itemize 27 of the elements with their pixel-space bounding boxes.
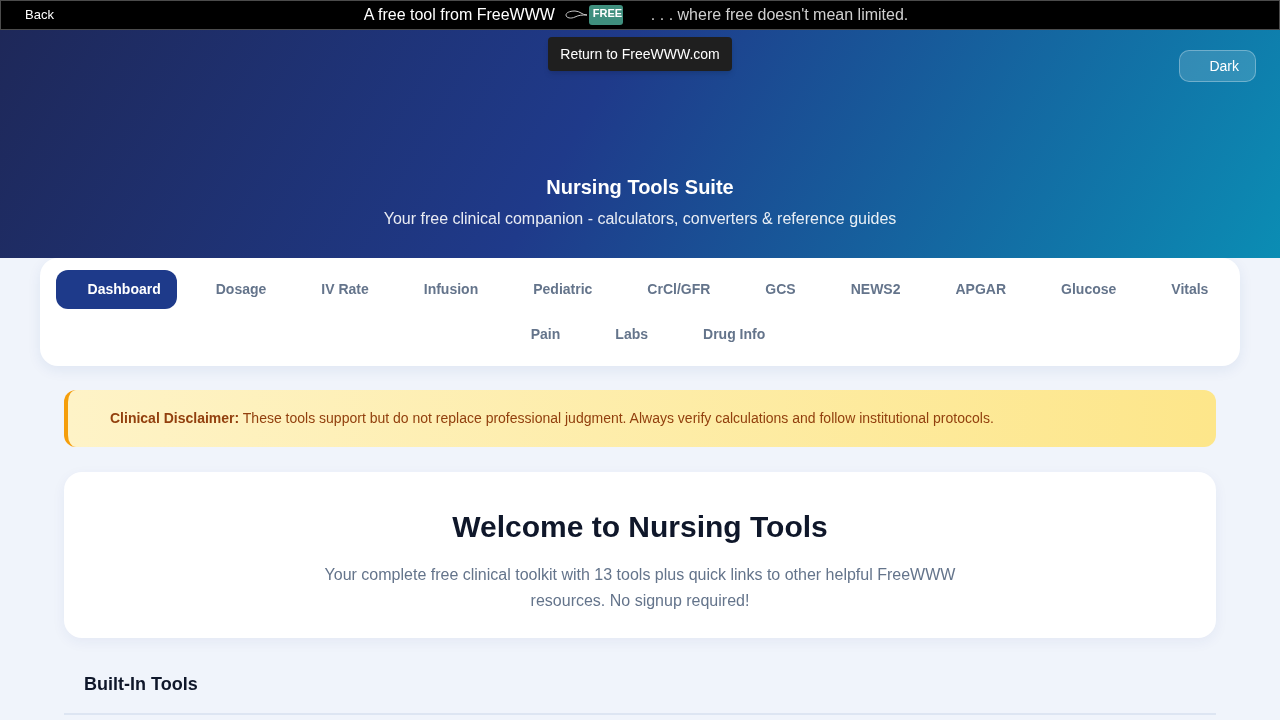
page-subtitle: Your free clinical companion - calculators, converters & reference guides xyxy=(383,209,897,229)
welcome-text: Your complete free clinical toolkit with 13 tools plus quick links to other helpful FreeWWW resources. No signup required! xyxy=(323,565,957,611)
theme-toggle-button[interactable]: Dark xyxy=(1179,50,1256,82)
nav-tab[interactable]: Infusion xyxy=(391,270,495,309)
nav-tab[interactable]: NEWS2 xyxy=(818,270,917,309)
nav-tab[interactable]: Dashboard xyxy=(55,270,177,309)
welcome-title: Welcome to Nursing Tools xyxy=(452,509,828,545)
free-tag-logo[interactable]: FREE xyxy=(588,5,623,25)
nav-tab[interactable]: IV Rate xyxy=(289,270,385,309)
nav-tab[interactable]: Vitals xyxy=(1139,270,1225,309)
disclaimer-text: Clinical Disclaimer: These tools support but do not replace professional judgment. Always verify calculations and follow institutional protocols. xyxy=(110,409,994,428)
tooltip: Return to FreeWWW.com xyxy=(548,37,732,71)
nav-tab[interactable]: Dosage xyxy=(183,270,283,309)
section-heading: Built-In Tools xyxy=(84,673,199,696)
nav-tab[interactable]: Pediatric xyxy=(501,270,609,309)
tagline-text: A free tool from FreeWWW xyxy=(363,5,555,25)
nav-tab[interactable]: Glucose xyxy=(1029,270,1133,309)
nav-tab[interactable]: CrCl/GFR xyxy=(615,270,727,309)
nav-tab[interactable]: Drug Info xyxy=(671,315,782,354)
nav-tab[interactable]: Pain xyxy=(498,315,577,354)
slogan-text: . . . where free doesn't mean limited. xyxy=(650,5,909,25)
nav-tab[interactable]: GCS xyxy=(733,270,812,309)
back-link[interactable]: Back xyxy=(25,7,54,23)
nav-tab[interactable]: APGAR xyxy=(923,270,1023,309)
nav-tab[interactable]: Labs xyxy=(583,315,664,354)
string-icon xyxy=(564,9,587,21)
page-title: Nursing Tools Suite xyxy=(546,175,734,200)
